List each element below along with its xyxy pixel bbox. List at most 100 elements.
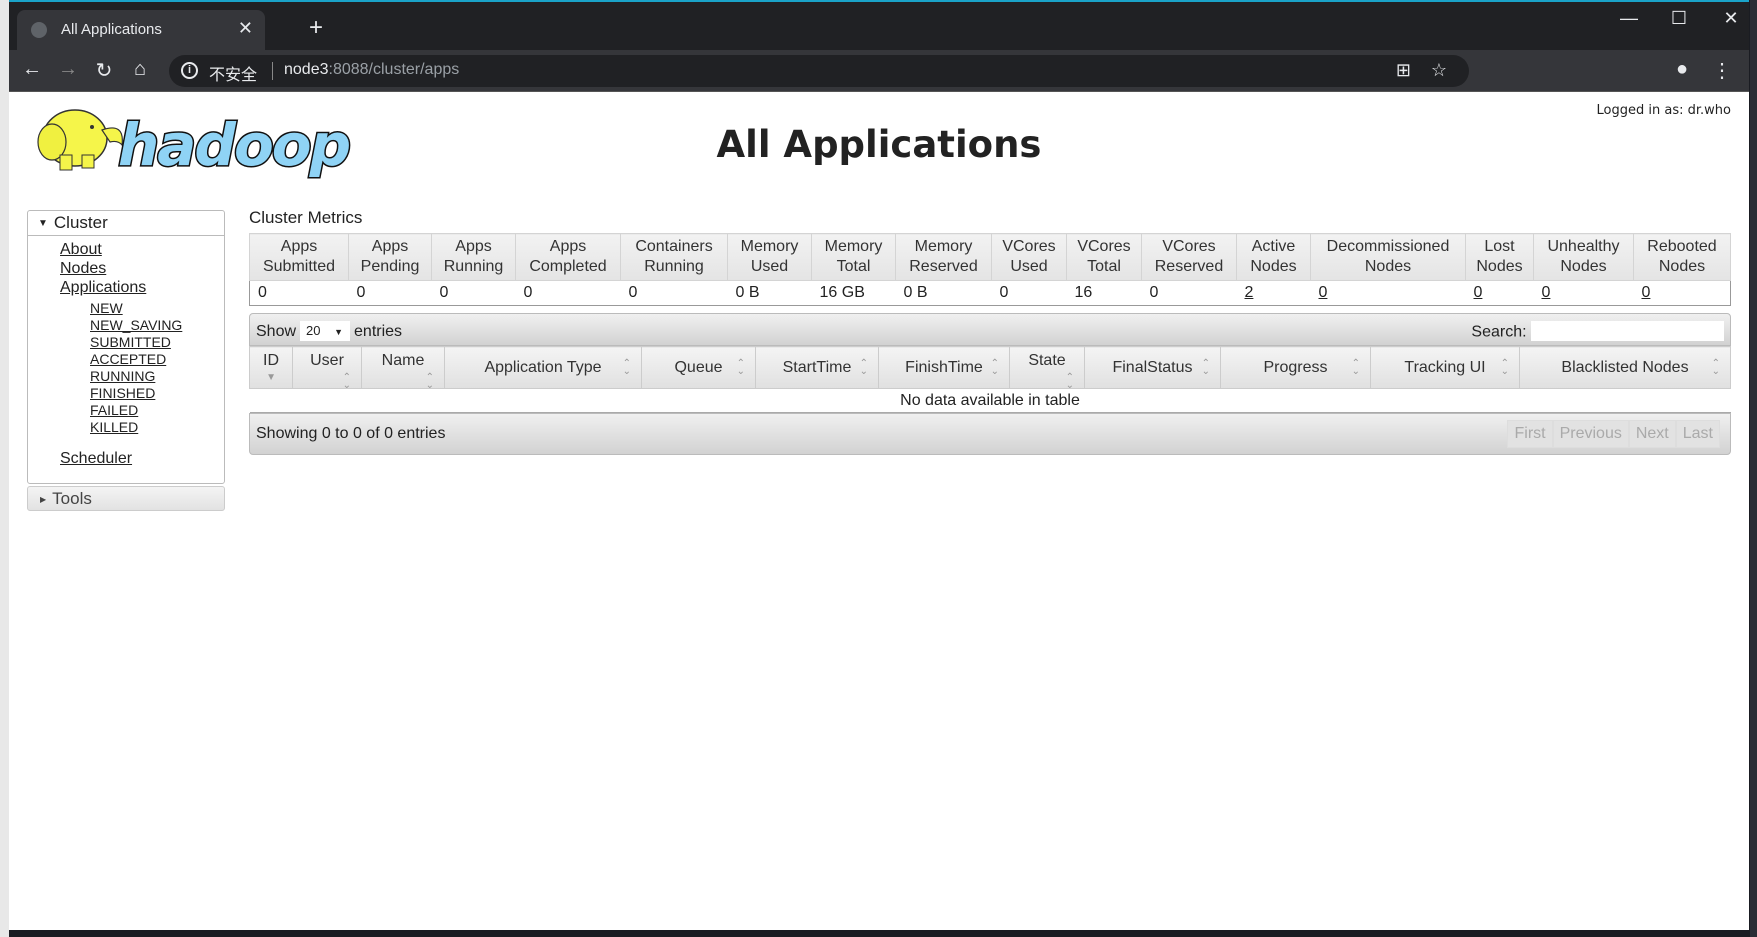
state-link-failed[interactable]: FAILED	[90, 402, 138, 419]
state-link-new[interactable]: NEW	[90, 300, 123, 317]
new-tab-button[interactable]: +	[309, 14, 323, 42]
metric-value: 0	[1141, 280, 1237, 306]
metric-value: 0	[348, 280, 432, 306]
metric-value: 2	[1236, 280, 1311, 306]
metric-header-line: Memory	[824, 238, 883, 255]
table-footer: Showing 0 to 0 of 0 entries First Previo…	[249, 413, 1731, 455]
metric-header-line: VCores	[1162, 238, 1216, 255]
metric-value: 0 B	[895, 280, 992, 306]
state-link-finished[interactable]: FINISHED	[90, 385, 155, 402]
tools-section-header[interactable]: ▶ Tools	[27, 486, 225, 511]
column-header[interactable]: Blacklisted Nodes ⌃ ⌄	[1519, 346, 1731, 389]
info-icon[interactable]: i	[181, 62, 198, 79]
metric-header-line: VCores	[1077, 238, 1131, 255]
metric-header: Active Nodes	[1236, 233, 1311, 281]
state-link-killed[interactable]: KILLED	[90, 419, 138, 436]
metric-header: VCores Reserved	[1141, 233, 1237, 281]
browser-tab[interactable]: All Applications ✕	[17, 10, 265, 50]
url-host: node3	[284, 61, 329, 78]
metric-header-line: Nodes	[1476, 258, 1523, 275]
back-icon[interactable]: ←	[19, 58, 45, 81]
metric-header: Apps Running	[431, 233, 516, 281]
metric-header-line: Reserved	[1154, 258, 1224, 275]
column-header[interactable]: ID ▼	[249, 346, 293, 389]
column-label: ID	[263, 352, 279, 369]
address-bar[interactable]: i 不安全 node3:8088/cluster/apps ⊞ ☆	[169, 55, 1469, 87]
column-label: State	[1028, 352, 1066, 369]
previous-page-button[interactable]: Previous	[1552, 420, 1629, 448]
sidebar-link-applications[interactable]: Applications	[60, 278, 146, 297]
column-header[interactable]: FinishTime ⌃ ⌄	[878, 346, 1010, 389]
column-label: FinalStatus	[1112, 358, 1193, 376]
metric-value-link[interactable]: 0	[1319, 284, 1328, 301]
maximize-button[interactable]: ☐	[1659, 8, 1699, 29]
metric-value: 0	[431, 280, 516, 306]
star-icon[interactable]: ☆	[1431, 60, 1447, 81]
sort-icon: ⌃ ⌄	[859, 358, 868, 377]
cluster-section-header[interactable]: ▼ Cluster	[28, 211, 224, 236]
metric-value-link[interactable]: 0	[1642, 284, 1651, 301]
logged-in-user: Logged in as: dr.who	[1596, 103, 1731, 118]
metric-value-link[interactable]: 0	[1474, 284, 1483, 301]
sidebar-link-nodes[interactable]: Nodes	[60, 259, 106, 278]
metric-header-line: Containers	[635, 238, 713, 255]
column-header[interactable]: Tracking UI ⌃ ⌄	[1370, 346, 1520, 389]
metric-header: Lost Nodes	[1465, 233, 1534, 281]
pagination: First Previous Next Last	[1507, 420, 1720, 448]
state-link-new-saving[interactable]: NEW_SAVING	[90, 317, 182, 334]
applications-table: ID ▼ User ⌃ ⌄ Name ⌃ ⌄ Application Type ⌃ ⌄ Queue ⌃ ⌄…	[249, 346, 1731, 413]
state-link-submitted[interactable]: SUBMITTED	[90, 334, 171, 351]
column-header[interactable]: Progress ⌃ ⌄	[1220, 346, 1371, 389]
column-header[interactable]: Queue ⌃ ⌄	[641, 346, 756, 389]
menu-icon[interactable]: ⋮	[1709, 58, 1735, 83]
next-page-button[interactable]: Next	[1628, 420, 1676, 448]
column-header[interactable]: Name ⌃ ⌄	[361, 346, 445, 391]
metric-value-link[interactable]: 2	[1245, 284, 1254, 301]
metric-header-line: Apps	[280, 238, 318, 255]
first-page-button[interactable]: First	[1507, 420, 1553, 448]
column-header[interactable]: User ⌃ ⌄	[292, 346, 362, 391]
column-label: User	[310, 352, 344, 369]
column-header[interactable]: State ⌃ ⌄	[1009, 346, 1085, 391]
column-label: FinishTime	[905, 358, 983, 376]
forward-icon[interactable]: →	[55, 58, 81, 81]
search-input[interactable]	[1531, 321, 1724, 341]
close-window-button[interactable]: ✕	[1711, 8, 1751, 29]
sort-icon: ⌃ ⌄	[622, 358, 631, 377]
translate-icon[interactable]: ⊞	[1396, 60, 1411, 81]
last-page-button[interactable]: Last	[1675, 420, 1720, 448]
column-header[interactable]: StartTime ⌃ ⌄	[755, 346, 879, 389]
metric-header-line: Nodes	[1658, 258, 1706, 275]
column-label: Queue	[674, 358, 723, 376]
metric-header-line: Used	[1010, 258, 1048, 275]
url-text: node3:8088/cluster/apps	[284, 61, 459, 79]
state-link-running[interactable]: RUNNING	[90, 368, 155, 385]
sidebar-link-scheduler[interactable]: Scheduler	[60, 449, 132, 468]
home-icon[interactable]: ⌂	[127, 58, 153, 81]
metric-header-line: Lost	[1484, 238, 1515, 255]
metric-value: 0 B	[727, 280, 812, 306]
metric-value: 0	[1633, 280, 1731, 306]
metric-header-line: Rebooted	[1647, 238, 1717, 255]
metric-header: VCores Total	[1066, 233, 1142, 281]
sort-icon: ⌃ ⌄	[1500, 358, 1509, 377]
metric-header-line: Unhealthy	[1547, 238, 1620, 255]
column-header[interactable]: FinalStatus ⌃ ⌄	[1084, 346, 1221, 389]
metric-header: VCores Used	[991, 233, 1067, 281]
page-content: hadoop All Applications Logged in as: dr…	[9, 93, 1749, 930]
metric-header-line: Total	[836, 258, 871, 275]
tab-bar: All Applications ✕ + — ☐ ✕	[9, 2, 1749, 50]
state-link-accepted[interactable]: ACCEPTED	[90, 351, 166, 368]
tab-title: All Applications	[61, 21, 162, 38]
metric-value-link[interactable]: 0	[1542, 284, 1551, 301]
close-tab-icon[interactable]: ✕	[238, 18, 253, 39]
background-window	[0, 0, 9, 937]
minimize-button[interactable]: —	[1609, 8, 1649, 29]
sidebar-link-about[interactable]: About	[60, 240, 102, 259]
profile-icon[interactable]: ●	[1669, 58, 1695, 81]
reload-icon[interactable]: ↻	[91, 58, 117, 83]
not-secure-label: 不安全	[209, 67, 258, 84]
column-header[interactable]: Application Type ⌃ ⌄	[444, 346, 642, 389]
cluster-metrics-heading: Cluster Metrics	[249, 208, 363, 227]
entries-select[interactable]: 20 ▼	[300, 321, 351, 341]
